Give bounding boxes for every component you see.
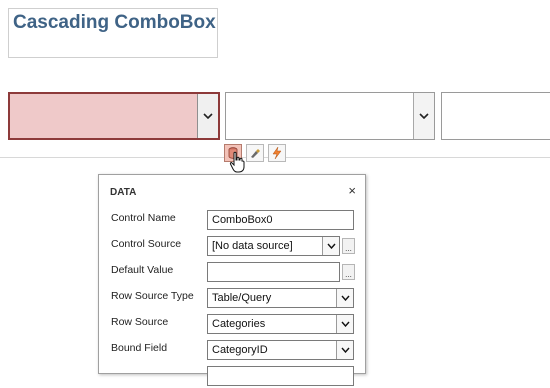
- field-value: Categories: [212, 318, 266, 330]
- next-property-field[interactable]: [207, 366, 354, 386]
- row-source-select[interactable]: Categories: [207, 314, 354, 334]
- prop-row-row-source-type: Row Source Type Table/Query: [99, 288, 365, 310]
- builder-button[interactable]: ...: [342, 264, 355, 280]
- field-value: [No data source]: [212, 240, 293, 252]
- chevron-down-icon[interactable]: [336, 341, 353, 359]
- field-value: CategoryID: [212, 344, 268, 356]
- prop-row-bound-field: Bound Field CategoryID: [99, 340, 365, 362]
- chevron-down-icon[interactable]: [336, 289, 353, 307]
- mouse-cursor-icon: [229, 151, 245, 173]
- form-title-box[interactable]: Cascading ComboBox: [8, 8, 218, 58]
- control-source-select[interactable]: [No data source]: [207, 236, 340, 256]
- row-source-type-select[interactable]: Table/Query: [207, 288, 354, 308]
- chevron-down-icon[interactable]: [336, 315, 353, 333]
- brush-icon[interactable]: [246, 144, 264, 162]
- prop-row-row-source: Row Source Categories: [99, 314, 365, 336]
- prop-label: Default Value: [111, 264, 174, 276]
- prop-row-next: [99, 366, 365, 388]
- field-value: Table/Query: [212, 292, 272, 304]
- prop-row-control-source: Control Source [No data source] ...: [99, 236, 365, 258]
- builder-button[interactable]: ...: [342, 238, 355, 254]
- chevron-down-icon[interactable]: [413, 93, 434, 139]
- panel-header: DATA: [110, 187, 137, 198]
- chevron-down-icon[interactable]: [322, 237, 339, 255]
- lightning-icon[interactable]: [268, 144, 286, 162]
- combo-box-3[interactable]: [441, 92, 550, 140]
- prop-label: Row Source Type: [111, 290, 194, 302]
- prop-label: Bound Field: [111, 342, 168, 354]
- prop-label: Row Source: [111, 316, 169, 328]
- prop-label: Control Source: [111, 238, 182, 250]
- combo-box-2[interactable]: [225, 92, 435, 140]
- close-icon[interactable]: ×: [348, 183, 356, 198]
- prop-row-control-name: Control Name ComboBox0: [99, 210, 365, 232]
- prop-row-default-value: Default Value ...: [99, 262, 365, 284]
- default-value-field[interactable]: [207, 262, 340, 282]
- field-value: ComboBox0: [212, 214, 273, 226]
- prop-label: Control Name: [111, 212, 176, 224]
- bound-field-select[interactable]: CategoryID: [207, 340, 354, 360]
- combo-box-1[interactable]: [8, 92, 220, 140]
- control-name-field[interactable]: ComboBox0: [207, 210, 354, 230]
- property-sheet-panel: DATA × Control Name ComboBox0 Control So…: [98, 174, 366, 386]
- form-title: Cascading ComboBox: [13, 12, 216, 33]
- chevron-down-icon[interactable]: [197, 94, 218, 138]
